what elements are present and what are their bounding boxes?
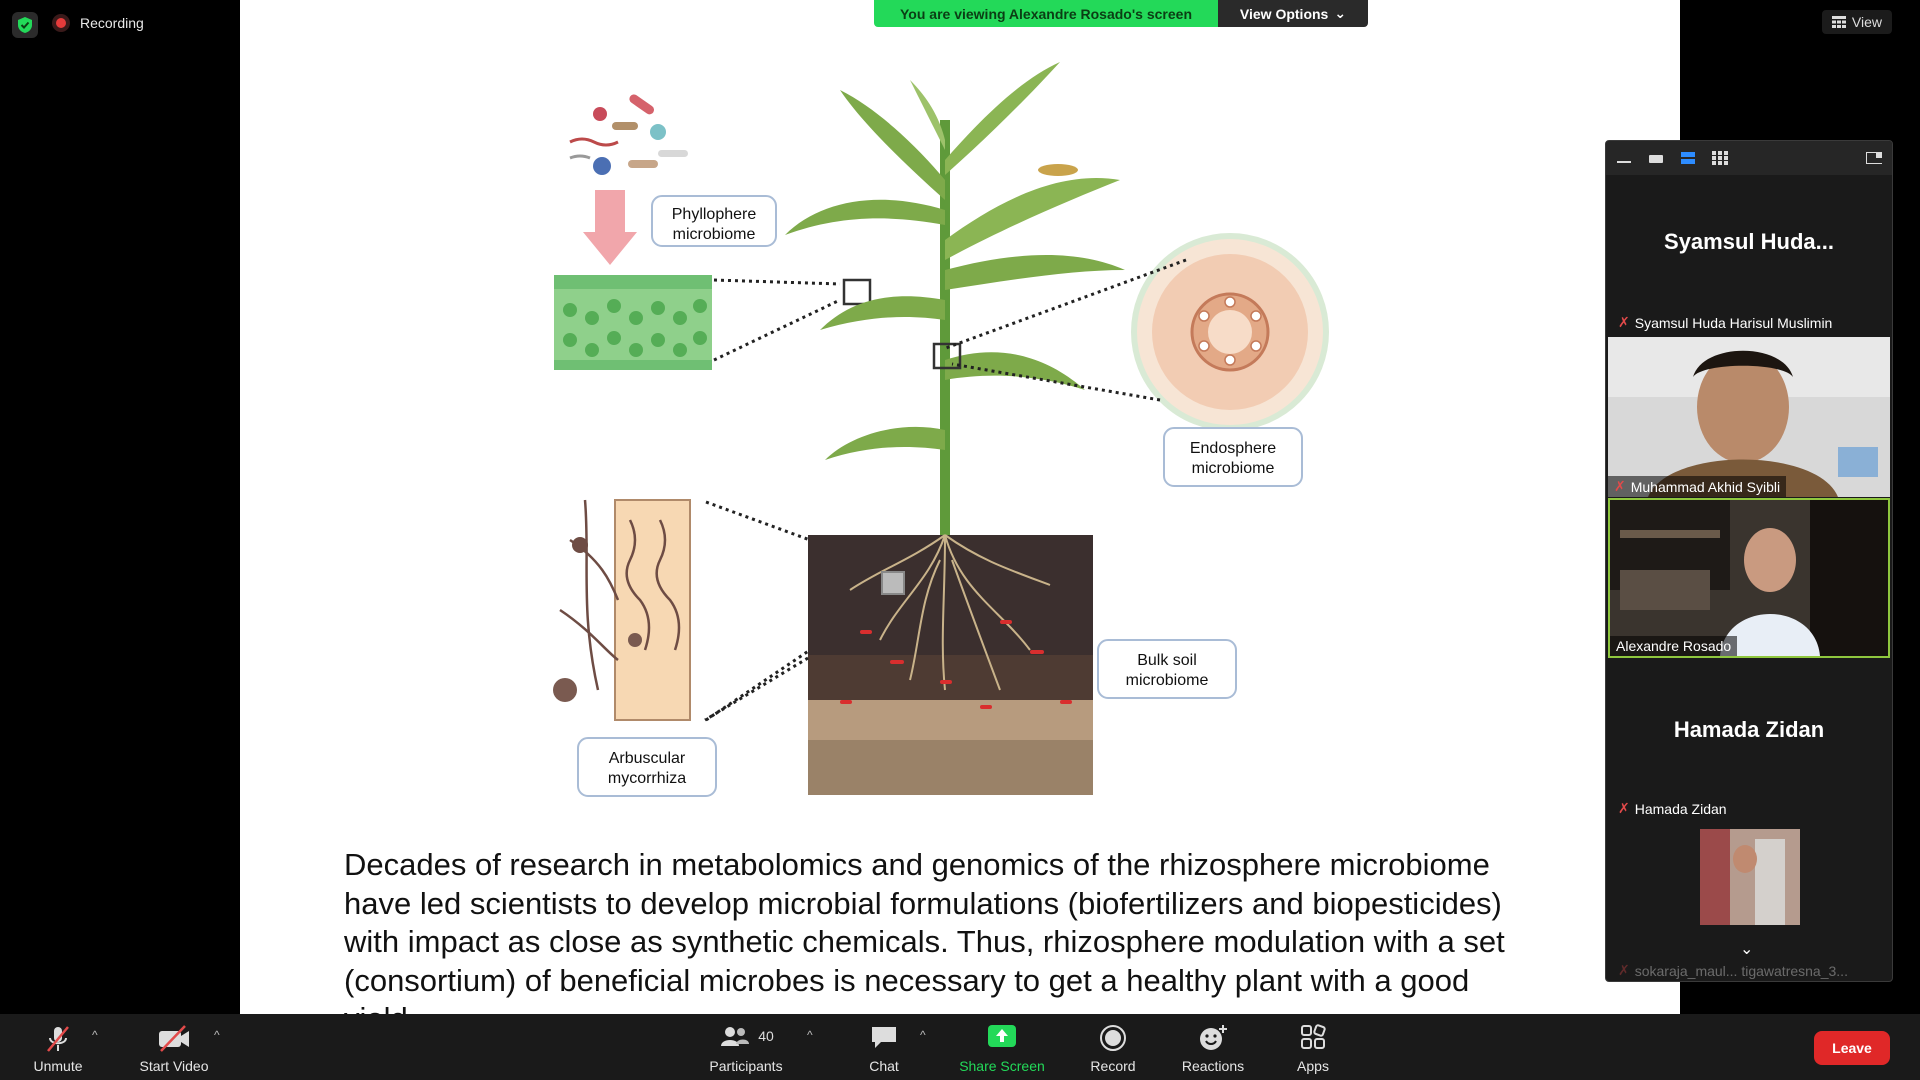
audio-options-caret-icon[interactable]: ^	[92, 1028, 98, 1042]
paragraph-line: yield.	[344, 1000, 1644, 1014]
chat-label: Chat	[869, 1058, 899, 1074]
share-screen-icon	[988, 1025, 1016, 1047]
mic-muted-icon: ✗	[1618, 962, 1630, 978]
participant-big-name: Syamsul Huda...	[1664, 229, 1834, 254]
reactions-button[interactable]: Reactions	[1174, 1014, 1252, 1080]
reactions-label: Reactions	[1181, 1058, 1245, 1074]
arbuscular-label-line1: Arbuscular	[609, 750, 686, 767]
participants-icon	[721, 1027, 750, 1046]
phyllosphere-label-line1: Phyllophere	[672, 206, 757, 223]
view-options-label: View Options	[1239, 5, 1329, 22]
participants-button[interactable]: 40 Participants	[700, 1014, 792, 1080]
participant-video-tile[interactable]: ✗ Muhammad Akhid Syibli	[1608, 337, 1890, 497]
participant-namebar: Alexandre Rosado	[1610, 636, 1738, 656]
video-options-caret-icon[interactable]: ^	[214, 1028, 220, 1042]
reactions-smiley-icon	[1200, 1025, 1227, 1050]
participants-count: 40	[758, 1028, 774, 1044]
chat-button[interactable]: Chat	[856, 1014, 912, 1080]
apps-label: Apps	[1297, 1058, 1329, 1074]
pop-out-icon[interactable]	[1866, 152, 1882, 164]
record-label: Record	[1090, 1058, 1136, 1074]
arbuscular-mycorrhiza-illustration	[553, 499, 691, 721]
participant-name: Alexandre Rosado	[1616, 638, 1732, 654]
viewing-banner: You are viewing Alexandre Rosado's scree…	[874, 0, 1368, 27]
participant-namebar: ✗ Muhammad Akhid Syibli	[1608, 476, 1787, 497]
participant-tile[interactable]: Syamsul Huda... ✗ Syamsul Huda Harisul M…	[1608, 175, 1890, 335]
chevron-down-icon: ⌄	[1334, 5, 1347, 21]
rhizosphere-figure: Phyllophere microbiome Endosphere microb…	[553, 62, 1329, 797]
participant-name: Syamsul Huda Harisul Muslimin	[1634, 314, 1833, 331]
chat-bubble-icon	[872, 1027, 896, 1048]
recording-indicator[interactable]: Recording	[52, 14, 144, 32]
bulk-soil-label-line2: microbiome	[1126, 672, 1209, 689]
chat-options-caret-icon[interactable]: ^	[920, 1028, 926, 1042]
shared-screen: Phyllophere microbiome Endosphere microb…	[240, 0, 1680, 1014]
unmute-button[interactable]: Unmute	[20, 1014, 96, 1080]
paragraph-line: Decades of research in metabolomics and …	[344, 847, 1490, 882]
endosphere-label-line2: microbiome	[1192, 460, 1275, 477]
paragraph-line: have led scientists to develop microbial…	[344, 885, 1502, 921]
arbuscular-label-line2: mycorrhiza	[608, 770, 686, 787]
minimize-icon[interactable]	[1616, 152, 1632, 164]
endosphere-label-line1: Endosphere	[1190, 440, 1276, 457]
record-icon	[1100, 1025, 1126, 1051]
participant-video-feed	[1610, 500, 1888, 656]
participant-tile[interactable]: Hamada Zidan ✗ Hamada Zidan	[1608, 661, 1890, 821]
view-button-label: View	[1851, 14, 1882, 30]
leave-button[interactable]: Leave	[1814, 1031, 1890, 1065]
endosphere-root-cross-section	[1131, 233, 1329, 431]
participant-big-name: Hamada Zidan	[1673, 717, 1825, 742]
video-off-icon	[159, 1025, 189, 1052]
participant-namebar: ✗ Syamsul Huda Harisul Muslimin	[1608, 312, 1836, 333]
arrow-down-icon	[583, 190, 637, 265]
participant-name: Muhammad Akhid Syibli	[1630, 478, 1781, 495]
share-screen-button[interactable]: Share Screen	[950, 1014, 1054, 1080]
record-button[interactable]: Record	[1080, 1014, 1146, 1080]
soil-block	[808, 534, 1093, 795]
video-gallery-panel: Syamsul Huda... ✗ Syamsul Huda Harisul M…	[1605, 140, 1893, 982]
grid-view-icon	[1831, 16, 1846, 28]
viewing-text: You are viewing Alexandre Rosado's scree…	[874, 0, 1218, 27]
mic-muted-icon: ✗	[1614, 478, 1626, 494]
participants-options-caret-icon[interactable]: ^	[807, 1028, 813, 1042]
paragraph-line: with impact as close as synthetic chemic…	[344, 924, 1505, 960]
share-screen-label: Share Screen	[959, 1058, 1045, 1074]
start-video-button[interactable]: Start Video	[128, 1014, 220, 1080]
unmute-label: Unmute	[33, 1058, 83, 1074]
slide-paragraph: Decades of research in metabolomics and …	[344, 846, 1644, 1014]
active-speaker-video-tile[interactable]: Alexandre Rosado	[1608, 498, 1890, 658]
participant-name: sokaraja_maul... tigawatresna_3...	[1634, 962, 1848, 979]
scroll-down-chevron-icon[interactable]: ⌄	[1740, 939, 1753, 959]
mic-muted-icon: ✗	[1618, 800, 1630, 816]
microphone-off-icon	[47, 1026, 69, 1052]
view-options-button[interactable]: View Options ⌄	[1218, 0, 1368, 27]
start-video-label: Start Video	[139, 1058, 209, 1074]
apps-button[interactable]: Apps	[1288, 1014, 1338, 1080]
participant-namebar: ✗ Hamada Zidan	[1608, 798, 1731, 819]
apps-icon	[1301, 1024, 1326, 1049]
phyllosphere-label-line2: microbiome	[673, 226, 756, 243]
microbes-illustration	[569, 94, 688, 175]
participants-label: Participants	[709, 1058, 783, 1074]
security-shield-icon[interactable]	[12, 12, 38, 38]
leaf-cross-section	[554, 275, 712, 370]
recording-label: Recording	[80, 15, 144, 31]
mic-muted-icon: ✗	[1618, 314, 1630, 330]
thumbnail-view-icon[interactable]	[1648, 152, 1664, 164]
speaker-view-icon[interactable]	[1680, 152, 1696, 164]
recording-dot-icon	[52, 14, 70, 32]
participant-tile[interactable]: ✗ sokaraja_maul... tigawatresna_3... ⌄	[1608, 823, 1890, 981]
participant-name: Hamada Zidan	[1634, 800, 1727, 817]
participant-avatar	[1700, 829, 1800, 925]
participant-video-feed	[1608, 337, 1890, 497]
gallery-toolbar	[1606, 141, 1892, 175]
participant-namebar: ✗ sokaraja_maul... tigawatresna_3...	[1608, 960, 1852, 981]
bulk-soil-label-line1: Bulk soil	[1137, 652, 1197, 669]
view-button[interactable]: View	[1821, 10, 1892, 34]
gallery-grid-icon[interactable]	[1712, 151, 1728, 165]
paragraph-line: (consortium) of beneficial microbes is n…	[344, 962, 1470, 998]
